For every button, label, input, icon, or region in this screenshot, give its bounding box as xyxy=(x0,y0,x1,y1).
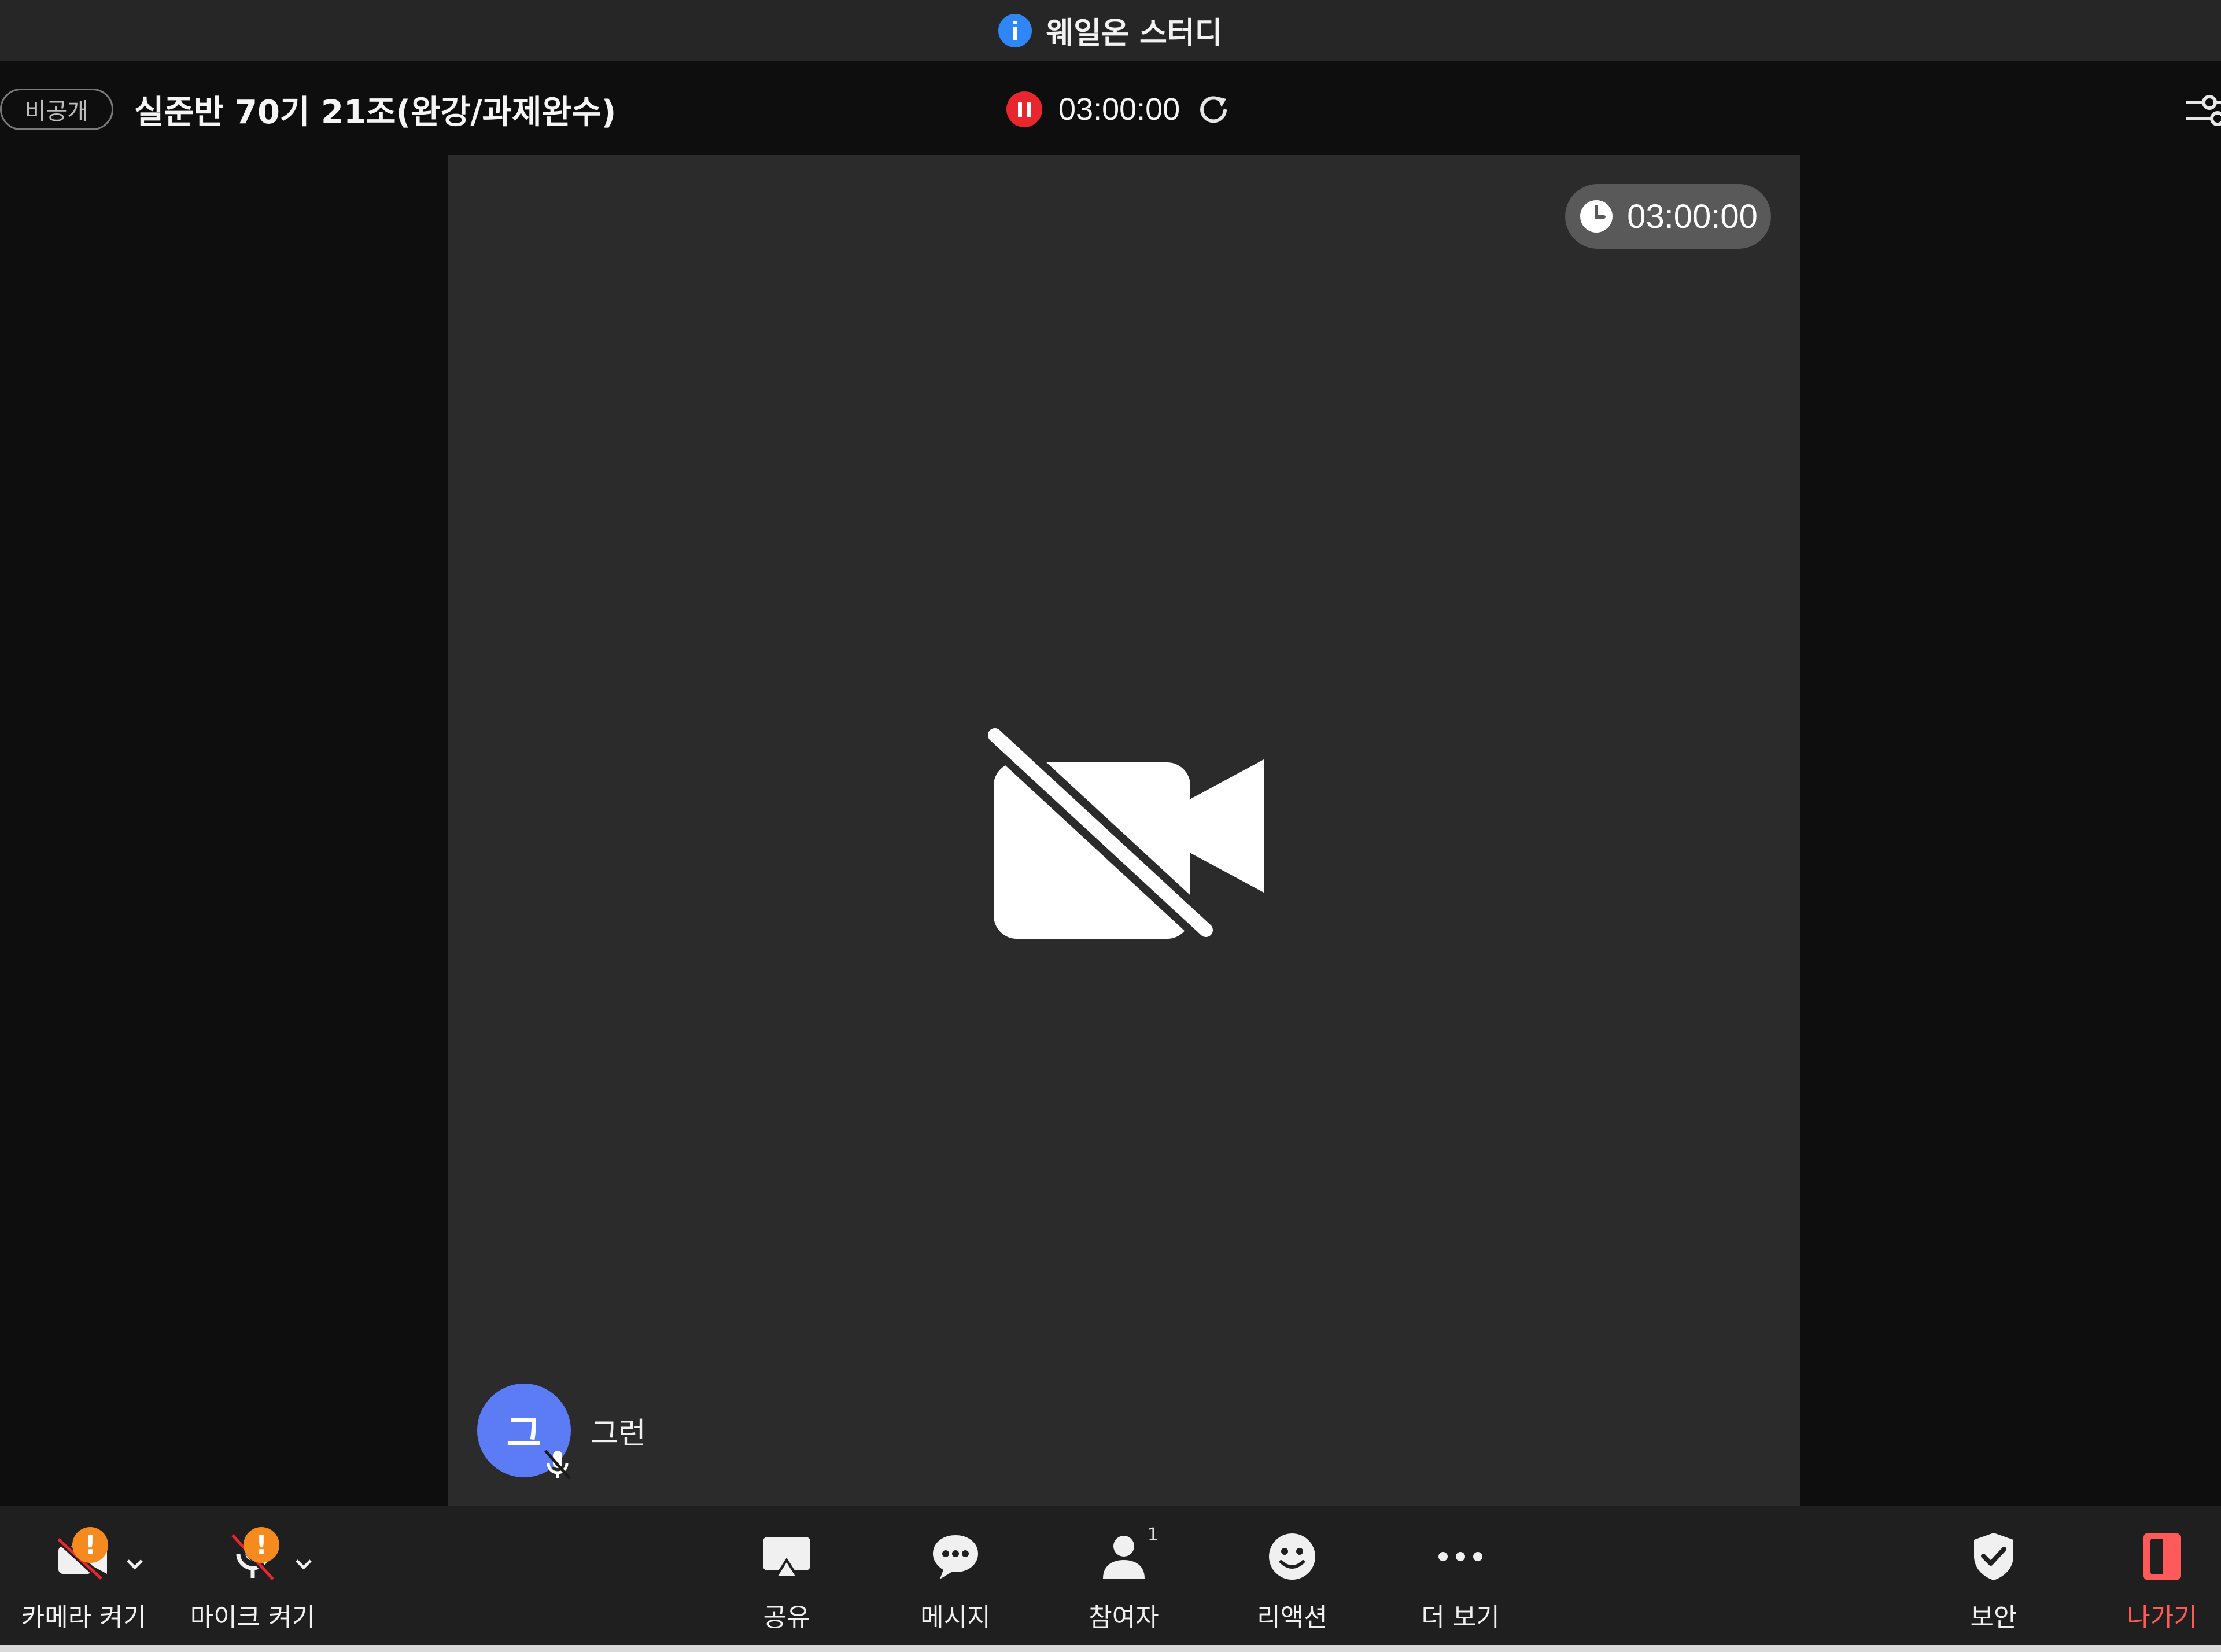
mic-muted-icon xyxy=(544,1450,571,1480)
clock-icon xyxy=(1580,200,1613,233)
share-label: 공유 xyxy=(763,1603,810,1632)
participant-name: 그런 xyxy=(591,1416,646,1451)
participants-count: 1 xyxy=(1147,1525,1159,1545)
share-button[interactable]: 공유 xyxy=(717,1506,856,1645)
camera-toggle-button[interactable]: ! 카메라 켜기 xyxy=(14,1506,153,1645)
window-titlebar: 웨일온 스터디 xyxy=(0,0,2221,61)
recording-pause-icon[interactable] xyxy=(1006,91,1042,127)
meeting-toolbar: ! 카메라 켜기 ! 마이크 켜기 공유 메시지 1 참여자 리액션 더 보기 … xyxy=(0,1506,2221,1645)
message-label: 메시지 xyxy=(920,1603,991,1632)
meeting-timer-text: 03:00:00 xyxy=(1627,197,1758,235)
participants-label: 참여자 xyxy=(1089,1603,1159,1632)
avatar: 그 xyxy=(477,1384,571,1480)
recording-time: 03:00:00 xyxy=(1058,92,1180,127)
video-tile[interactable]: 03:00:00 그 그런 xyxy=(448,155,1800,1628)
mic-toggle-button[interactable]: ! 마이크 켜기 xyxy=(183,1506,322,1645)
meeting-title: 실준반 70기 21조(완강/과제완수) xyxy=(134,93,617,131)
camera-toggle-label: 카메라 켜기 xyxy=(21,1603,147,1632)
person-icon xyxy=(1103,1536,1145,1579)
ellipsis-icon xyxy=(1438,1552,1482,1561)
recording-status: 03:00:00 xyxy=(1006,84,1231,135)
smiley-icon xyxy=(1269,1533,1315,1580)
chevron-down-icon[interactable] xyxy=(123,1557,146,1571)
more-label: 더 보기 xyxy=(1421,1603,1500,1632)
meeting-info-bar: 비공개 실준반 70기 21조(완강/과제완수) 03:00:00 xyxy=(0,61,2221,156)
message-button[interactable]: 메시지 xyxy=(886,1506,1025,1645)
reaction-label: 리액션 xyxy=(1257,1603,1327,1632)
security-label: 보안 xyxy=(1970,1603,2017,1632)
security-button[interactable]: 보안 xyxy=(1924,1506,2063,1645)
participants-button[interactable]: 1 참여자 xyxy=(1054,1506,1193,1645)
warning-icon: ! xyxy=(244,1527,279,1563)
layout-settings-icon[interactable] xyxy=(2186,90,2221,130)
more-button[interactable]: 더 보기 xyxy=(1391,1506,1530,1645)
screen-share-icon xyxy=(763,1537,810,1579)
participant-label: 그 그런 xyxy=(477,1384,646,1480)
info-icon[interactable] xyxy=(998,13,1032,47)
refresh-icon[interactable] xyxy=(1196,92,1231,127)
warning-icon: ! xyxy=(72,1527,108,1563)
leave-button[interactable]: 나가기 xyxy=(2093,1506,2221,1645)
avatar-initial: 그 xyxy=(506,1411,542,1456)
chat-bubble-icon xyxy=(933,1535,978,1579)
exit-door-icon xyxy=(2143,1533,2181,1580)
window-title-group: 웨일온 스터디 xyxy=(998,9,1223,52)
camera-off-icon xyxy=(983,725,1264,945)
mic-toggle-label: 마이크 켜기 xyxy=(190,1603,316,1632)
window-title: 웨일온 스터디 xyxy=(1046,16,1223,51)
privacy-badge: 비공개 xyxy=(0,89,113,130)
reaction-button[interactable]: 리액션 xyxy=(1223,1506,1362,1645)
meeting-timer: 03:00:00 xyxy=(1565,184,1771,249)
chevron-down-icon[interactable] xyxy=(292,1557,315,1571)
background-window-edge xyxy=(0,1645,2221,1652)
leave-label: 나가기 xyxy=(2127,1603,2197,1632)
shield-check-icon xyxy=(1974,1533,2013,1580)
